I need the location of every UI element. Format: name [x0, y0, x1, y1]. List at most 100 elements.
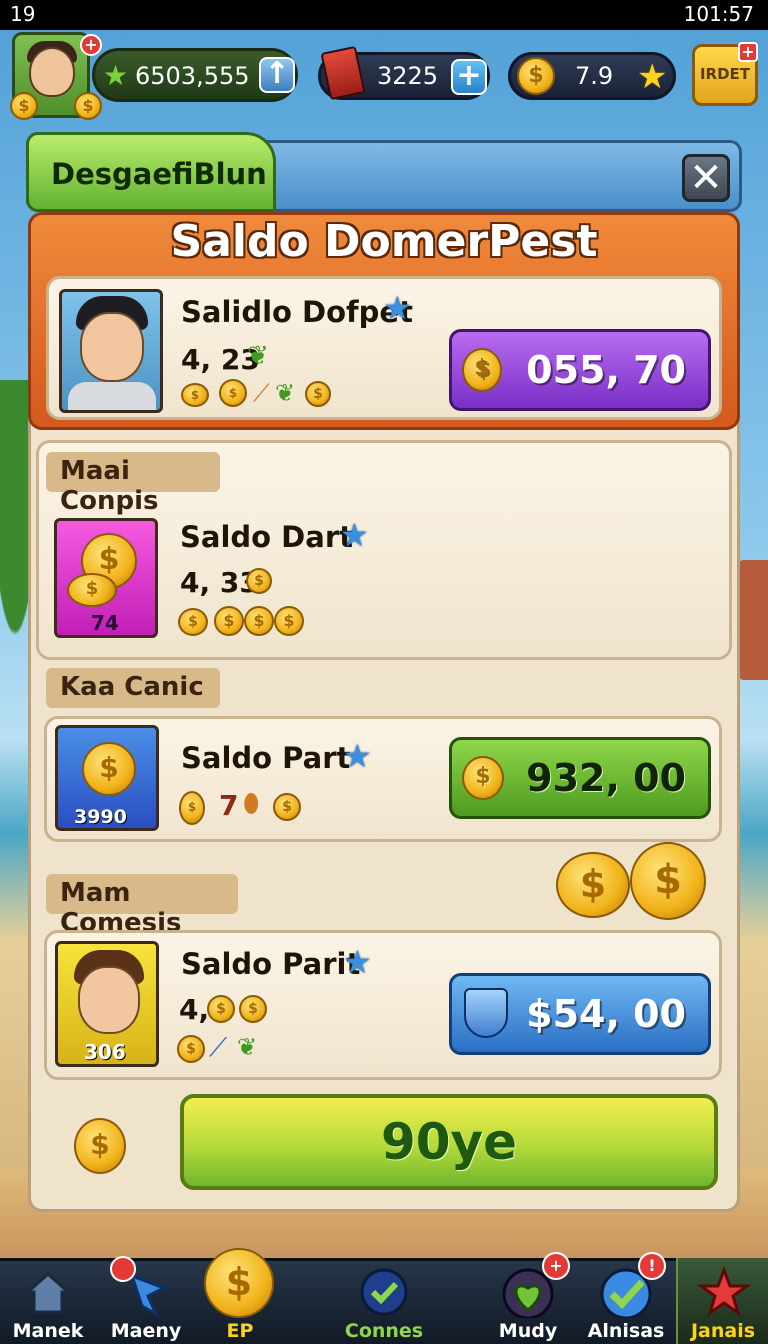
books-counter: 3225 + [318, 45, 490, 101]
coin-icon: $ [556, 852, 630, 918]
star-icon: ★ [343, 737, 372, 775]
coin-icon: $ [214, 606, 244, 636]
item-card[interactable]: 306 Saldo Parit ★ 4, $ $ $ ⟋ ❦ $54, 00 [44, 930, 722, 1080]
dialog-tab[interactable]: DesgaefiBlun [26, 132, 276, 212]
coin-stack-icon: $ [219, 379, 247, 407]
notification-badge [110, 1256, 136, 1282]
nav-item-janais[interactable]: Janais [676, 1258, 768, 1344]
nav-label: Janais [690, 1320, 756, 1342]
item-card[interactable]: $ 3990 Saldo Part ★ $ 7 ⬮ $ $ 932, 00 [44, 716, 722, 842]
status-time: 101:57 [683, 2, 754, 26]
buy-item-button[interactable]: $54, 00 [449, 973, 711, 1055]
leaf-icon: ❦ [275, 379, 296, 407]
star-icon: ★ [383, 289, 412, 327]
category-label: Maai Conpis [46, 452, 220, 516]
coin-icon: $ [244, 606, 274, 636]
coin-icon: $ [517, 57, 555, 95]
coin-stack-icon: $ [179, 791, 205, 825]
coin-icon: $ [462, 348, 502, 392]
coin-icon: $ [74, 92, 102, 120]
item-name: Saldo Dart [180, 520, 353, 554]
thumbnail-label: 74 [91, 611, 119, 635]
nav-label: Maeny [110, 1320, 182, 1342]
coin-icon: $ [207, 995, 235, 1023]
avatar-face [29, 47, 75, 97]
feather-icon: ⟋ [253, 379, 270, 407]
shop-label: IRDET [699, 65, 751, 83]
leaf-icon: ❦ [247, 341, 269, 371]
item-amount: 7 [219, 789, 239, 822]
shop-badge: + [738, 42, 758, 62]
coin-icon: $ [462, 756, 504, 800]
nav-item-ep[interactable]: $ EP [192, 1248, 288, 1344]
notification-badge: + [80, 34, 102, 56]
item-thumbnail: 306 [55, 941, 159, 1067]
item-price: $54, 00 [526, 992, 686, 1036]
coin-icon: $ [273, 793, 301, 821]
thumbnail-label: 306 [84, 1040, 126, 1064]
check-shield-icon [360, 1268, 408, 1316]
avatar-shirt [68, 382, 156, 410]
feather-icon: ⬮ [243, 789, 260, 819]
star-icon: ★ [340, 516, 369, 554]
coins-value: 7.9 [575, 62, 614, 90]
nav-item-manek[interactable]: Manek [0, 1258, 96, 1344]
coin-icon: $ [82, 742, 136, 796]
coin-stack-icon: $ [181, 383, 209, 407]
star-icon: ★ [637, 57, 668, 97]
item-name: Saldo Part [181, 741, 351, 775]
thumbnail-label: 3990 [74, 806, 127, 828]
notification-badge: ! [638, 1252, 666, 1280]
nav-item-maeny[interactable]: Maeny [98, 1256, 194, 1344]
hut [738, 560, 768, 680]
dialog-tab-title: DesgaefiBlun [51, 157, 267, 191]
xp-counter: ★ 6503,555 ↑ [92, 48, 298, 102]
close-icon: ✕ [689, 155, 723, 201]
book-icon [320, 45, 366, 101]
banner-title: Saldo DomerPest [170, 216, 598, 267]
avatar-face [80, 312, 144, 382]
coin-icon: $ [305, 381, 331, 407]
main-action-button[interactable]: 90ye [180, 1094, 718, 1190]
item-name: Saldo Parit [181, 947, 361, 981]
xp-up-button[interactable]: ↑ [259, 57, 295, 93]
category-label: Kaa Canic [46, 668, 220, 708]
xp-star-icon: ★ [103, 59, 129, 92]
nav-item-alnisas[interactable]: ! Alnisas [578, 1252, 674, 1344]
category-label: Mam Comesis [46, 874, 238, 938]
coin-icon: $ [630, 842, 706, 920]
coin-icon: $ [274, 606, 304, 636]
nav-label: Alnisas [587, 1320, 665, 1342]
nav-item-connes[interactable]: Connes [336, 1258, 432, 1344]
star-icon: ★ [343, 943, 372, 981]
close-button[interactable]: ✕ [682, 154, 730, 202]
nav-label: Manek [12, 1320, 84, 1342]
xp-value: 6503,555 [135, 62, 250, 90]
coin-icon: $ [74, 1118, 126, 1174]
add-books-button[interactable]: + [451, 59, 487, 95]
item-thumbnail: $ 3990 [55, 725, 159, 831]
nav-item-mudy[interactable]: + Mudy [480, 1252, 576, 1344]
star-icon [698, 1266, 750, 1317]
home-icon [24, 1271, 72, 1314]
featured-item-card[interactable]: Salidlo Dofpet ★ 4, 23 ❦ $ $ ⟋ ❦ $ $ 055… [46, 276, 722, 420]
item-amount: 4, [179, 993, 210, 1026]
coin-icon: $ [204, 1248, 274, 1318]
buy-featured-button[interactable]: $ 055, 70 [449, 329, 711, 411]
featured-item-thumbnail [59, 289, 163, 413]
item-thumbnail: $ $ 74 [54, 518, 158, 638]
featured-item-name: Salidlo Dofpet [181, 295, 413, 329]
shield-icon [464, 988, 508, 1038]
coin-stack-icon: $ [178, 608, 208, 636]
coin-icon: $ [10, 92, 38, 120]
item-price: 932, 00 [526, 756, 686, 800]
status-bar: 19 101:57 [0, 0, 768, 30]
coin-icon: $ [239, 995, 267, 1023]
buy-item-button[interactable]: $ 932, 00 [449, 737, 711, 819]
feather-icon: ⟋ [209, 1033, 228, 1063]
coin-stack-icon: $ [67, 573, 117, 607]
avatar-face [78, 966, 140, 1034]
nav-label: EP [226, 1320, 254, 1342]
status-left-text: 19 [10, 2, 36, 26]
coin-icon: $ [246, 568, 272, 594]
